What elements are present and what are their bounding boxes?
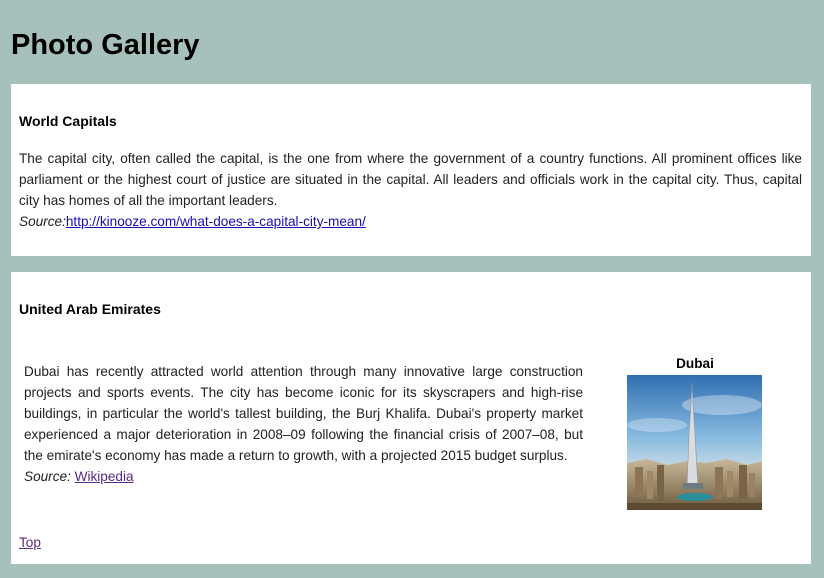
kinooze-source-link[interactable]: http://kinooze.com/what-does-a-capital-c…	[66, 214, 366, 229]
world-capitals-text-block: The capital city, often called the capit…	[19, 148, 802, 232]
uae-text-block: Dubai has recently attracted world atten…	[24, 361, 583, 487]
wikipedia-source-link[interactable]: Wikipedia	[75, 469, 134, 484]
world-capitals-source: Source:http://kinooze.com/what-does-a-ca…	[19, 211, 802, 232]
uae-section: United Arab Emirates Dubai has recently …	[11, 272, 811, 564]
uae-source: Source: Wikipedia	[24, 466, 583, 487]
top-link[interactable]: Top	[19, 535, 41, 550]
world-capitals-heading: World Capitals	[19, 113, 117, 129]
source-label: Source:	[19, 214, 66, 229]
dubai-figure: Dubai	[627, 356, 763, 510]
page-background: Photo Gallery World Capitals The capital…	[0, 0, 824, 578]
uae-heading: United Arab Emirates	[19, 301, 161, 317]
page-title: Photo Gallery	[11, 29, 200, 61]
dubai-caption: Dubai	[676, 356, 714, 371]
source-label: Source:	[24, 469, 71, 484]
dubai-photo	[627, 375, 762, 510]
uae-paragraph: Dubai has recently attracted world atten…	[24, 364, 583, 463]
world-capitals-paragraph: The capital city, often called the capit…	[19, 151, 802, 208]
world-capitals-section: World Capitals The capital city, often c…	[11, 84, 811, 256]
